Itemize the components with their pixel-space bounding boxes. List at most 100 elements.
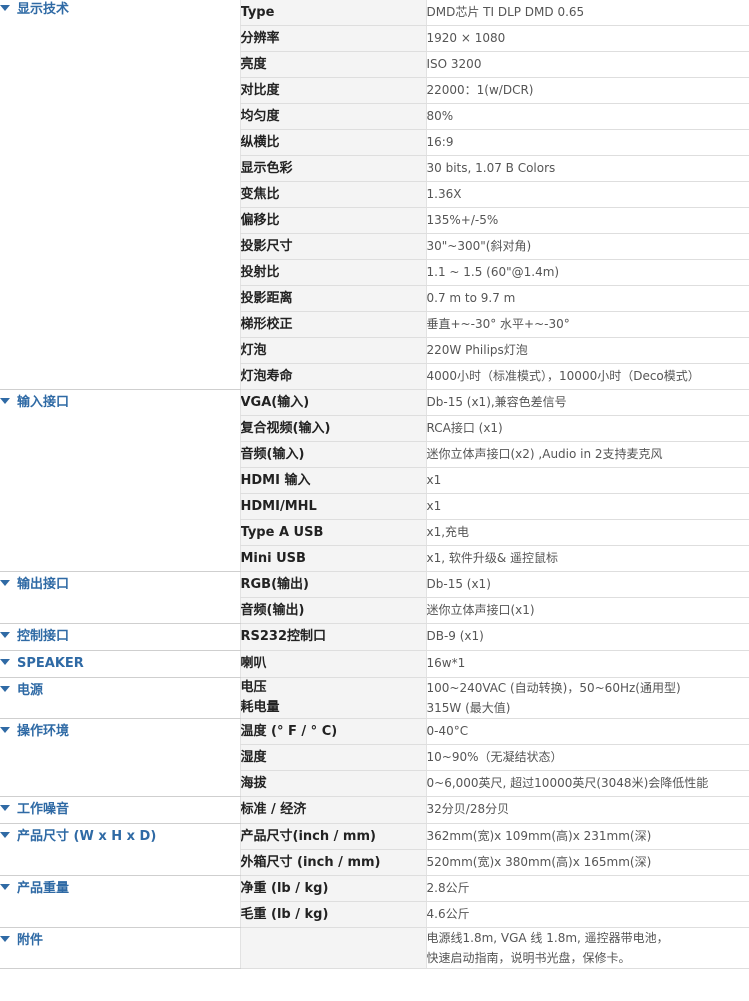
spec-value-cell: 电源线1.8m, VGA 线 1.8m, 遥控器带电池， 快速启动指南，说明书光盘… [425,927,749,969]
spec-value: 22000：1(w/DCR) [426,83,534,97]
spec-row: 电源 电压 耗电量 100~240VAC (自动转换)，50~60Hz(通用型) 315… [0,677,749,719]
spec-name-cell: Mini USB [239,545,426,572]
spec-name: 偏移比 [240,213,280,228]
category-cell[interactable]: 输出接口 [0,571,240,624]
spec-name-cell: 灯泡 [239,337,426,364]
spec-name: Type A USB [240,525,324,540]
spec-table-body: 显示技术 Type DMD芯片 TI DLP DMD 0.65 分辨率 1920 × 1… [0,0,749,969]
spec-name: 投影距离 [240,291,293,306]
spec-value: 迷你立体声接口(x1) [426,603,535,617]
spec-value-cell: DMD芯片 TI DLP DMD 0.65 [425,0,749,26]
spec-value: 4.6公斤 [426,907,470,921]
spec-name-cell: 对比度 [239,77,426,104]
spec-name: 显示色彩 [240,161,293,176]
spec-name-cell: 投射比 [239,259,426,286]
category-cell[interactable]: 产品尺寸 (W x H x D) [0,823,240,876]
spec-name: 音频(输入) [240,447,305,462]
spec-value: 315W (最大值) [426,701,511,715]
category-cell[interactable]: 电源 [0,677,240,719]
spec-value: 220W Philips灯泡 [426,343,528,357]
spec-name: 产品尺寸(inch / mm) [240,829,376,844]
category-cell[interactable]: 操作环境 [0,718,240,797]
spec-value-cell: 32分贝/28分贝 [425,796,749,824]
category-cell[interactable]: 显示技术 [0,0,240,390]
collapse-triangle-icon[interactable] [0,397,10,404]
spec-value-cell: 0-40°C [425,718,749,745]
spec-value: 迷你立体声接口(x2) ,Audio in 2支持麦克风 [426,447,663,461]
spec-name-cell: Type [239,0,426,26]
spec-name: 梯形校正 [240,317,293,332]
spec-value: 1.36X [426,187,462,201]
spec-value-cell: 0~6,000英尺, 超过10000英尺(3048米)会降低性能 [425,770,749,797]
spec-row: 控制接口 RS232控制口 DB-9 (x1) [0,623,749,651]
spec-row: 显示技术 Type DMD芯片 TI DLP DMD 0.65 [0,0,749,390]
spec-name-cell: 显示色彩 [239,155,426,182]
collapse-triangle-icon[interactable] [0,935,10,942]
collapse-triangle-icon[interactable] [0,685,10,692]
spec-name-cell: RGB(输出) [239,571,426,598]
category-cell[interactable]: 输入接口 [0,389,240,572]
spec-name-cell: 投影距离 [239,285,426,312]
spec-value: x1,充电 [426,525,470,539]
spec-row: 工作噪音 标准 / 经济 32分贝/28分贝 [0,796,749,824]
spec-name: 均匀度 [240,109,280,124]
category-cell[interactable]: 控制接口 [0,623,240,651]
spec-row: 产品重量 净重 (lb / kg) 2.8公斤 [0,875,749,928]
spec-name-cell: 分辨率 [239,25,426,52]
spec-value-cell: x1 [425,467,749,494]
spec-name: 海拔 [240,776,267,791]
spec-name-cell: RS232控制口 [239,623,426,651]
spec-value: 16:9 [426,135,454,149]
collapse-triangle-icon[interactable] [0,579,10,586]
collapse-triangle-icon[interactable] [0,4,10,11]
spec-value-cell: 16w*1 [425,650,749,678]
spec-value: 垂直+~-30° 水平+~-30° [426,317,570,331]
category-label: 输入接口 [17,395,70,410]
category-cell[interactable]: 产品重量 [0,875,240,928]
spec-name: RS232控制口 [240,629,327,644]
category-label: 电源 [17,683,44,698]
collapse-triangle-icon[interactable] [0,658,10,665]
spec-value-cell: 100~240VAC (自动转换)，50~60Hz(通用型) 315W (最大值) [425,677,749,719]
spec-value: 4000小时（标准模式），10000小时（Deco模式） [426,369,700,383]
spec-name-cell: 音频(输入) [239,441,426,468]
spec-name: 外箱尺寸 (inch / mm) [240,855,381,870]
spec-value-cell: 22000：1(w/DCR) [425,77,749,104]
collapse-triangle-icon[interactable] [0,631,10,638]
spec-value: 30 bits, 1.07 B Colors [426,161,556,175]
spec-value: 80% [426,109,454,123]
spec-value-cell: 135%+/-5% [425,207,749,234]
spec-value-cell: 10~90%（无凝结状态） [425,744,749,771]
spec-value-cell: DB-9 (x1) [425,623,749,651]
spec-value-cell: x1, 软件升级& 遥控鼠标 [425,545,749,572]
spec-name-cell: 湿度 [239,744,426,771]
category-label: 附件 [17,933,44,948]
spec-value: DB-9 (x1) [426,629,484,643]
spec-value-cell: 30 bits, 1.07 B Colors [425,155,749,182]
spec-name: HDMI/MHL [240,499,317,514]
spec-name-cell: 标准 / 经济 [239,796,426,824]
spec-value: 100~240VAC (自动转换)，50~60Hz(通用型) [426,681,681,695]
category-cell[interactable]: SPEAKER [0,650,240,678]
category-cell[interactable]: 工作噪音 [0,796,240,824]
collapse-triangle-icon[interactable] [0,726,10,733]
category-cell[interactable]: 附件 [0,927,240,969]
spec-name-cell: 产品尺寸(inch / mm) [239,823,426,850]
spec-name: 灯泡寿命 [240,369,293,384]
spec-name: VGA(输入) [240,395,310,410]
spec-value: Db-15 (x1),兼容色差信号 [426,395,567,409]
spec-name: 纵横比 [240,135,280,150]
category-label: 工作噪音 [17,802,70,817]
spec-value: DMD芯片 TI DLP DMD 0.65 [426,5,585,19]
collapse-triangle-icon[interactable] [0,883,10,890]
collapse-triangle-icon[interactable] [0,831,10,838]
spec-name: 湿度 [240,750,267,765]
spec-value-cell: 30"~300"(斜对角) [425,233,749,260]
collapse-triangle-icon[interactable] [0,804,10,811]
spec-name-cell: 温度 (° F / ° C) [239,718,426,745]
category-label: SPEAKER [17,656,84,671]
spec-value: x1 [426,499,442,513]
spec-value: RCA接口 (x1) [426,421,503,435]
spec-value-cell: Db-15 (x1),兼容色差信号 [425,389,749,416]
spec-name: RGB(输出) [240,577,309,592]
